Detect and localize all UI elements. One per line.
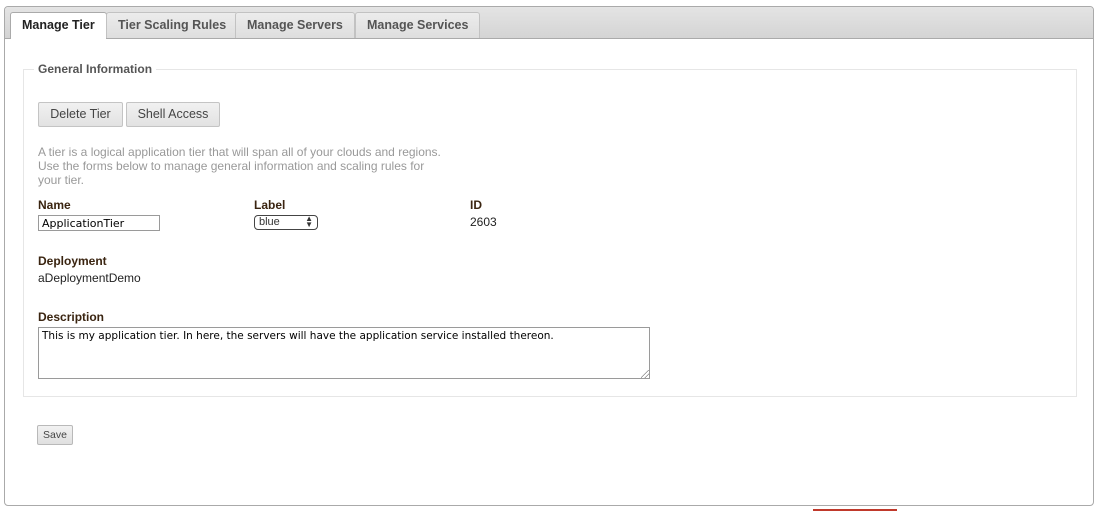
label-select-value: blue bbox=[259, 216, 280, 228]
tab-tier-scaling-rules[interactable]: Tier Scaling Rules bbox=[106, 12, 239, 38]
resize-grip-icon[interactable] bbox=[641, 370, 649, 378]
select-arrows-icon: ▲ ▼ bbox=[305, 214, 313, 229]
label-select[interactable]: blue ▲ ▼ bbox=[254, 215, 318, 230]
description-label: Description bbox=[38, 310, 105, 324]
tier-panel: Manage Tier Tier Scaling Rules Manage Se… bbox=[4, 6, 1094, 506]
deployment-label: Deployment bbox=[38, 254, 107, 268]
id-value: 2603 bbox=[470, 215, 497, 229]
tab-manage-services[interactable]: Manage Services bbox=[355, 12, 481, 38]
save-button[interactable]: Save bbox=[37, 425, 73, 445]
help-text: A tier is a logical application tier tha… bbox=[38, 145, 441, 187]
id-label: ID bbox=[470, 198, 482, 212]
shell-access-button[interactable]: Shell Access bbox=[126, 102, 220, 127]
tab-bar: Manage Tier Tier Scaling Rules Manage Se… bbox=[5, 7, 1093, 39]
deployment-value: aDeploymentDemo bbox=[38, 271, 141, 285]
delete-tier-button[interactable]: Delete Tier bbox=[38, 102, 123, 127]
label-label: Label bbox=[254, 198, 286, 212]
tab-manage-servers[interactable]: Manage Servers bbox=[235, 12, 355, 38]
name-label: Name bbox=[38, 198, 71, 212]
description-textarea[interactable]: This is my application tier. In here, th… bbox=[38, 327, 650, 379]
tab-manage-tier[interactable]: Manage Tier bbox=[10, 12, 107, 39]
fieldset-legend: General Information bbox=[34, 62, 157, 76]
name-input[interactable] bbox=[38, 215, 160, 231]
